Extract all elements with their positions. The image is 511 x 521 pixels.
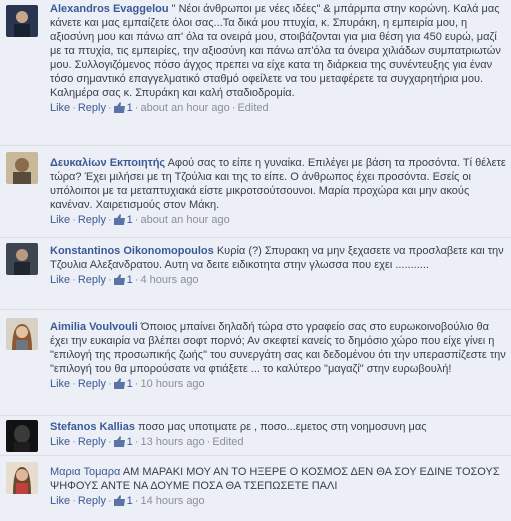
comment-item: Δευκαλίων Εκποιητής Αφού σας το είπε η γ… <box>0 146 511 238</box>
comment-author[interactable]: Δευκαλίων Εκποιητής <box>50 157 165 169</box>
comment-actions: Like · Reply · 1 · 14 hours ago <box>50 494 507 510</box>
like-count[interactable]: 1 <box>127 274 133 286</box>
comments-list: Alexandros Evaggelou " Νέοι άνθρωποι με … <box>0 0 511 521</box>
comment-item: Alexandros Evaggelou " Νέοι άνθρωποι με … <box>0 0 511 146</box>
thumbs-up-icon <box>113 214 125 229</box>
comment-author[interactable]: Μαρια Τομαρα <box>50 466 120 478</box>
thumbs-up-icon <box>113 102 125 117</box>
reply-button[interactable]: Reply <box>78 436 106 448</box>
thumbs-up-icon <box>113 378 125 393</box>
avatar[interactable] <box>6 152 38 184</box>
comment-author[interactable]: Stefanos Kallias <box>50 421 135 433</box>
comment-timestamp[interactable]: 13 hours ago <box>140 436 204 448</box>
comment-item: Stefanos Kallias ποσο μας υποτιματε ρε ,… <box>0 416 511 456</box>
like-button[interactable]: Like <box>50 274 70 286</box>
like-count[interactable]: 1 <box>127 214 133 226</box>
thumbs-up-icon <box>113 274 125 289</box>
avatar[interactable] <box>6 420 38 452</box>
comment-item: Aimilia Voulvouli Όποιος μπαίνει δηλαδή … <box>0 310 511 416</box>
like-count[interactable]: 1 <box>127 102 133 114</box>
comment-timestamp[interactable]: about an hour ago <box>140 214 229 226</box>
thumbs-up-icon <box>113 495 125 510</box>
like-button[interactable]: Like <box>50 102 70 114</box>
comment-actions: Like · Reply · 1 · about an hour ago <box>50 213 507 229</box>
reply-button[interactable]: Reply <box>78 378 106 390</box>
comment-author[interactable]: Aimilia Voulvouli <box>50 321 138 333</box>
comment-item: Konstantinos Oikonomopoulos Κυρία (?) Σπ… <box>0 238 511 310</box>
comment-timestamp[interactable]: 10 hours ago <box>140 378 204 390</box>
reply-button[interactable]: Reply <box>78 274 106 286</box>
like-button[interactable]: Like <box>50 378 70 390</box>
like-button[interactable]: Like <box>50 495 70 507</box>
comment-text: " Νέοι άνθρωποι με νέες ιδέες" & μπάρμπα… <box>50 3 501 99</box>
avatar[interactable] <box>6 5 38 37</box>
comment-timestamp[interactable]: 4 hours ago <box>140 274 198 286</box>
reply-button[interactable]: Reply <box>78 102 106 114</box>
comment-timestamp[interactable]: 14 hours ago <box>140 495 204 507</box>
thumbs-up-icon <box>113 436 125 451</box>
avatar[interactable] <box>6 318 38 350</box>
comment-actions: Like · Reply · 1 · 4 hours ago <box>50 273 507 289</box>
comment-timestamp[interactable]: about an hour ago <box>140 102 229 114</box>
edited-label[interactable]: Edited <box>212 436 243 448</box>
edited-label[interactable]: Edited <box>237 102 268 114</box>
comment-author[interactable]: Konstantinos Oikonomopoulos <box>50 245 214 257</box>
avatar[interactable] <box>6 462 38 494</box>
comment-actions: Like · Reply · 1 · about an hour ago · Edited <box>50 101 507 117</box>
comment-author[interactable]: Alexandros Evaggelou <box>50 3 169 15</box>
like-count[interactable]: 1 <box>127 436 133 448</box>
like-count[interactable]: 1 <box>127 378 133 390</box>
reply-button[interactable]: Reply <box>78 214 106 226</box>
like-button[interactable]: Like <box>50 436 70 448</box>
comment-item: Μαρια Τομαρα ΑΜ ΜΑΡΑΚΙ ΜΟΥ ΑΝ ΤΟ ΗΞΕΡΕ Ο… <box>0 456 511 521</box>
comment-actions: Like · Reply · 1 · 10 hours ago <box>50 377 507 393</box>
comment-text: ποσο μας υποτιματε ρε , ποσο...εμετος στ… <box>138 421 427 433</box>
like-count[interactable]: 1 <box>127 495 133 507</box>
avatar[interactable] <box>6 243 38 275</box>
like-button[interactable]: Like <box>50 214 70 226</box>
comment-actions: Like · Reply · 1 · 13 hours ago · Edited <box>50 435 507 451</box>
reply-button[interactable]: Reply <box>78 495 106 507</box>
